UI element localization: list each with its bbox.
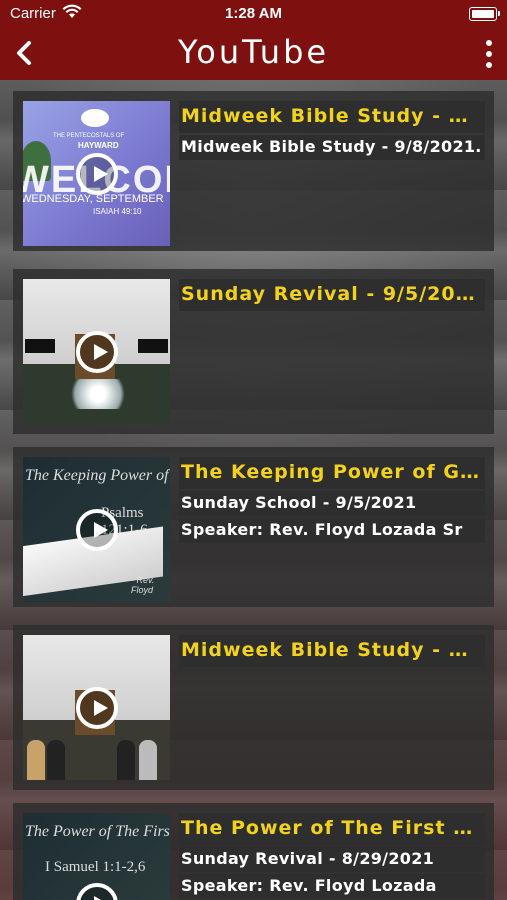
video-title[interactable]: The Power of The First Step (179, 813, 485, 845)
clock: 1:28 AM (225, 5, 282, 22)
speaker-icon (25, 339, 55, 353)
thumbnail-caption: The Power of The First Step (25, 823, 170, 840)
video-info: The Keeping Power of God Sunday School -… (179, 457, 485, 543)
video-info: The Power of The First Step Sunday Reviv… (179, 813, 485, 899)
thumbnail-caption: The Keeping Power of God (25, 467, 170, 484)
battery-icon (469, 7, 500, 21)
video-list-item[interactable]: The Keeping Power of God Psalms 121:1-6 … (13, 447, 494, 607)
person-figure (27, 740, 45, 780)
thumbnail-caption: WEDNESDAY, SEPTEMBER (23, 193, 164, 205)
video-subtitle: Sunday Revival - 8/29/2021 (179, 847, 485, 872)
video-info: Midweek Bible Study - 9/1/2021 (179, 635, 485, 667)
video-list-item[interactable]: THE PENTECOSTALS OF HAYWARD WELCOME WEDN… (13, 91, 494, 251)
video-list-item[interactable]: Midweek Bible Study - 9/1/2021 (13, 625, 494, 790)
play-icon[interactable] (75, 508, 118, 551)
page-title: YouTube (177, 33, 330, 71)
video-title[interactable]: Midweek Bible Study - 9/8/2021. (179, 101, 485, 133)
person-figure (47, 740, 65, 780)
video-title[interactable]: The Keeping Power of God (179, 457, 485, 489)
person-figure (117, 740, 135, 780)
video-list-item[interactable]: The Power of The First Step I Samuel 1:1… (13, 803, 494, 900)
video-title[interactable]: Sunday Revival - 9/5/2021 (179, 279, 485, 311)
thumbnail-caption: ISAIAH 49:10 (93, 207, 142, 216)
play-icon[interactable] (75, 330, 118, 373)
status-bar: Carrier 1:28 AM (0, 0, 507, 28)
church-logo-icon (81, 109, 109, 127)
video-thumbnail[interactable]: THE PENTECOSTALS OF HAYWARD WELCOME WEDN… (23, 101, 170, 246)
thumbnail-caption: THE PENTECOSTALS OF (53, 133, 125, 139)
video-speaker: Speaker: Rev. Floyd Lozada Sr (179, 518, 485, 543)
video-list-item[interactable]: Sunday Revival - 9/5/2021 (13, 269, 494, 434)
play-icon[interactable] (75, 686, 118, 729)
video-info: Midweek Bible Study - 9/8/2021. Midweek … (179, 101, 485, 160)
flowers (63, 379, 133, 409)
thumbnail-caption: I Samuel 1:1-2,6 (45, 859, 146, 875)
video-thumbnail[interactable] (23, 279, 170, 424)
person-figure (139, 740, 157, 780)
thumbnail-caption: HAYWARD (78, 141, 119, 150)
video-subtitle: Midweek Bible Study - 9/8/2021. (179, 135, 485, 160)
video-info: Sunday Revival - 9/5/2021 (179, 279, 485, 311)
video-thumbnail[interactable]: The Power of The First Step I Samuel 1:1… (23, 813, 170, 900)
play-icon[interactable] (75, 883, 118, 900)
navigation-bar: YouTube (0, 28, 507, 80)
video-title[interactable]: Midweek Bible Study - 9/1/2021 (179, 635, 485, 667)
video-thumbnail[interactable] (23, 635, 170, 780)
thumbnail-caption: - Rev. Floyd (131, 575, 155, 595)
speaker-icon (138, 339, 168, 353)
video-list[interactable]: THE PENTECOSTALS OF HAYWARD WELCOME WEDN… (0, 80, 507, 900)
video-subtitle: Sunday School - 9/5/2021 (179, 491, 485, 516)
play-icon[interactable] (75, 152, 118, 195)
video-speaker: Speaker: Rev. Floyd Lozada (179, 874, 485, 899)
video-thumbnail[interactable]: The Keeping Power of God Psalms 121:1-6 … (23, 457, 170, 602)
more-vertical-icon[interactable] (485, 39, 493, 69)
